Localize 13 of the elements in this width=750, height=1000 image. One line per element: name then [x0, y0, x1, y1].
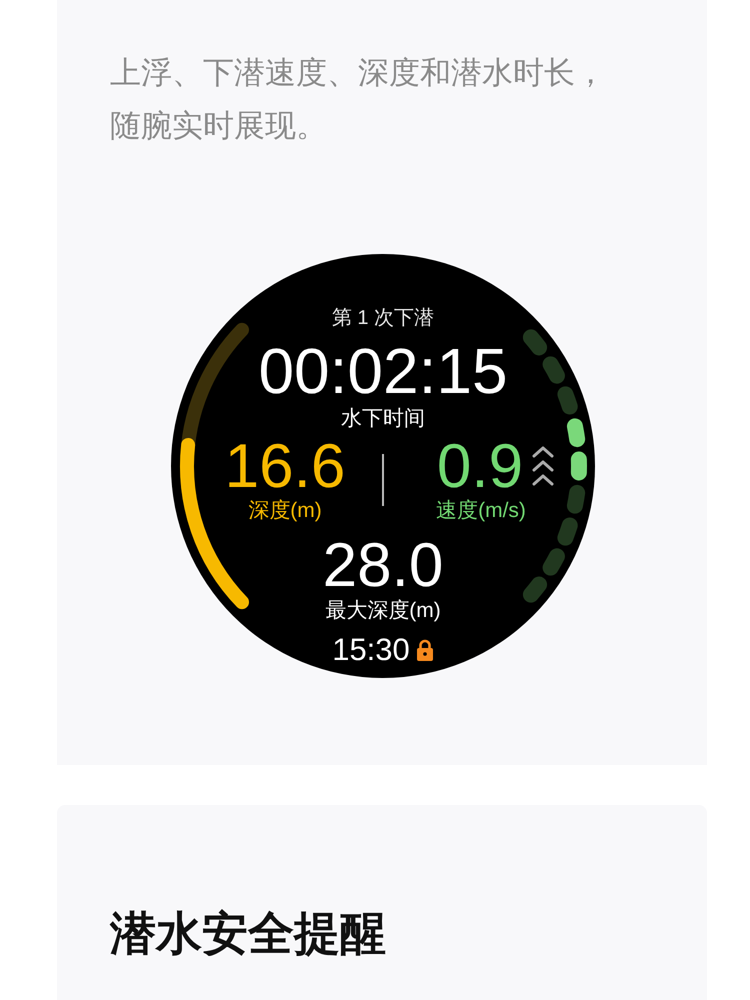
- elapsed-time: 00:02:15: [258, 336, 508, 406]
- depth-value: 16.6: [224, 436, 346, 498]
- speed-value: 0.9: [436, 436, 524, 498]
- intro-text: 随腕实时展现。: [110, 107, 328, 145]
- speed-label: 速度(m/s): [436, 498, 526, 524]
- max-depth-value: 28.0: [322, 534, 444, 598]
- section-title: 潜水安全提醒: [110, 906, 387, 961]
- dive-count-label: 第 1 次下潜: [332, 306, 434, 331]
- max-depth-label: 最大深度(m): [325, 598, 441, 624]
- elapsed-time-label: 水下时间: [341, 406, 425, 432]
- intro-text: 上浮、下潜速度、深度和潜水时长，: [110, 54, 607, 92]
- depth-label: 深度(m): [248, 498, 322, 524]
- clock-time: 15:30: [332, 631, 410, 669]
